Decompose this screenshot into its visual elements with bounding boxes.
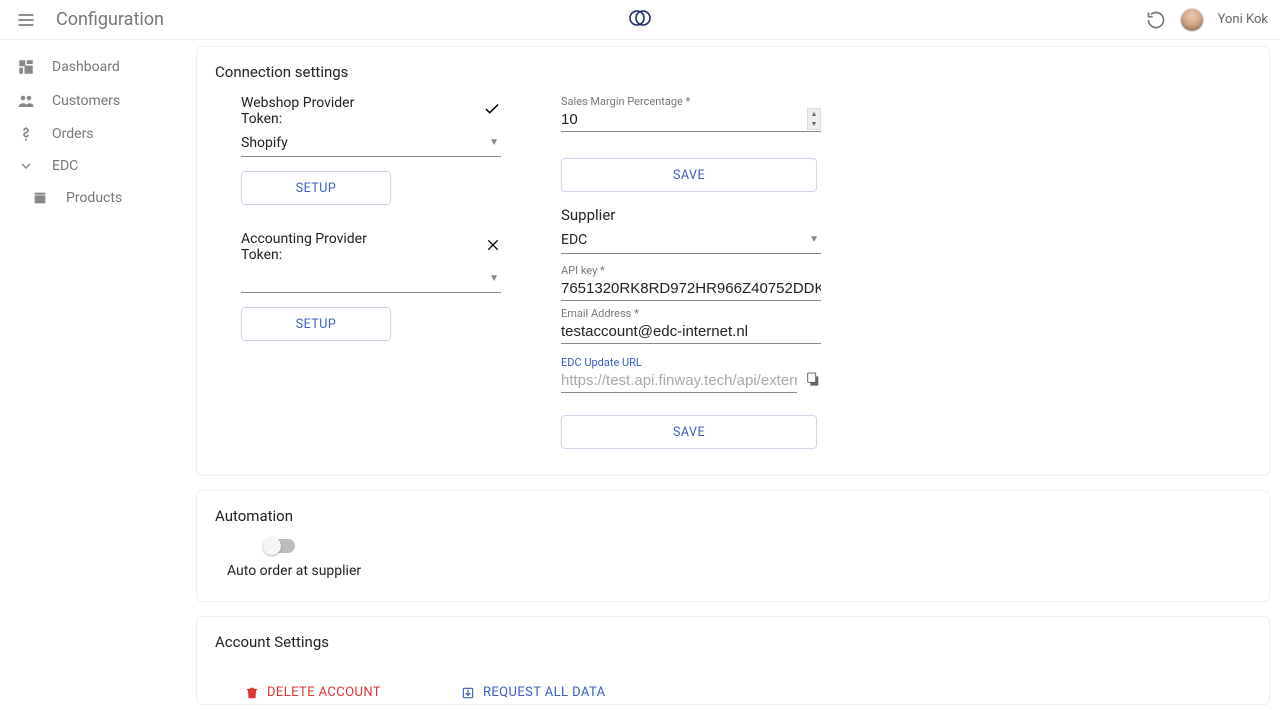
update-url-input[interactable] — [561, 369, 797, 393]
caret-down-icon: ▼ — [489, 137, 499, 148]
auto-order-label: Auto order at supplier — [227, 563, 1251, 579]
app-logo — [628, 6, 652, 34]
sidebar-item-label: Orders — [52, 126, 94, 142]
sidebar-item-label: Customers — [52, 93, 120, 109]
products-icon — [30, 190, 50, 206]
check-icon — [483, 100, 501, 122]
caret-down-icon: ▼ — [809, 234, 819, 245]
sidebar-item-edc[interactable]: EDC — [0, 150, 196, 182]
username: Yoni Kok — [1218, 12, 1268, 27]
supplier-value: EDC — [561, 232, 587, 248]
close-icon — [485, 237, 501, 257]
auto-order-toggle[interactable] — [265, 539, 295, 553]
supplier-label: Supplier — [561, 206, 821, 224]
sidebar-item-customers[interactable]: Customers — [0, 84, 196, 118]
sidebar-item-label: EDC — [52, 158, 78, 174]
sidebar: Dashboard Customers Orders EDC Products — [0, 40, 196, 720]
hamburger-icon — [16, 10, 36, 30]
webshop-setup-button[interactable]: SETUP — [241, 171, 391, 205]
automation-title: Automation — [215, 507, 1251, 525]
orders-icon — [16, 126, 36, 142]
delete-account-label: DELETE ACCOUNT — [267, 685, 381, 700]
accounting-setup-button[interactable]: SETUP — [241, 307, 391, 341]
menu-button[interactable] — [12, 6, 40, 34]
request-data-button[interactable]: REQUEST ALL DATA — [461, 685, 606, 700]
account-card: Account Settings DELETE ACCOUNT REQUEST … — [196, 616, 1270, 705]
number-stepper[interactable]: ▲▼ — [807, 108, 821, 130]
customers-icon — [16, 92, 36, 110]
sales-margin-save-button[interactable]: SAVE — [561, 158, 817, 192]
supplier-select[interactable]: EDC ▼ — [561, 224, 821, 254]
accounting-label: Accounting Provider Token: — [241, 231, 371, 263]
accounting-select[interactable]: ▼ — [241, 263, 501, 293]
update-url-label: EDC Update URL — [561, 356, 821, 369]
copy-button[interactable] — [805, 371, 821, 391]
connection-title: Connection settings — [215, 63, 1251, 81]
automation-card: Automation Auto order at supplier — [196, 490, 1270, 602]
sidebar-item-label: Products — [66, 190, 122, 206]
account-title: Account Settings — [215, 633, 1251, 651]
refresh-icon — [1146, 10, 1166, 30]
delete-account-button[interactable]: DELETE ACCOUNT — [245, 685, 381, 700]
webshop-label: Webshop Provider Token: — [241, 95, 361, 127]
sales-margin-input[interactable] — [561, 108, 821, 132]
sales-margin-label: Sales Margin Percentage — [561, 95, 821, 108]
avatar[interactable] — [1180, 8, 1204, 32]
sidebar-item-orders[interactable]: Orders — [0, 118, 196, 150]
webshop-value: Shopify — [241, 135, 288, 151]
sidebar-item-dashboard[interactable]: Dashboard — [0, 50, 196, 84]
trash-icon — [245, 686, 259, 700]
page-title: Configuration — [56, 9, 164, 30]
email-label: Email Address — [561, 307, 821, 320]
api-key-input[interactable] — [561, 277, 821, 301]
sidebar-item-label: Dashboard — [52, 59, 120, 75]
refresh-button[interactable] — [1146, 10, 1166, 30]
caret-down-icon: ▼ — [489, 273, 499, 284]
chevron-down-icon — [16, 158, 36, 174]
download-icon — [461, 686, 475, 700]
request-data-label: REQUEST ALL DATA — [483, 685, 606, 700]
sidebar-item-products[interactable]: Products — [0, 182, 196, 214]
copy-icon — [805, 371, 821, 387]
api-key-label: API key — [561, 264, 821, 277]
logo-icon — [628, 6, 652, 30]
connection-card: Connection settings Webshop Provider Tok… — [196, 46, 1270, 476]
dashboard-icon — [16, 58, 36, 76]
webshop-select[interactable]: Shopify ▼ — [241, 127, 501, 157]
email-input[interactable] — [561, 320, 821, 344]
supplier-save-button[interactable]: SAVE — [561, 415, 817, 449]
